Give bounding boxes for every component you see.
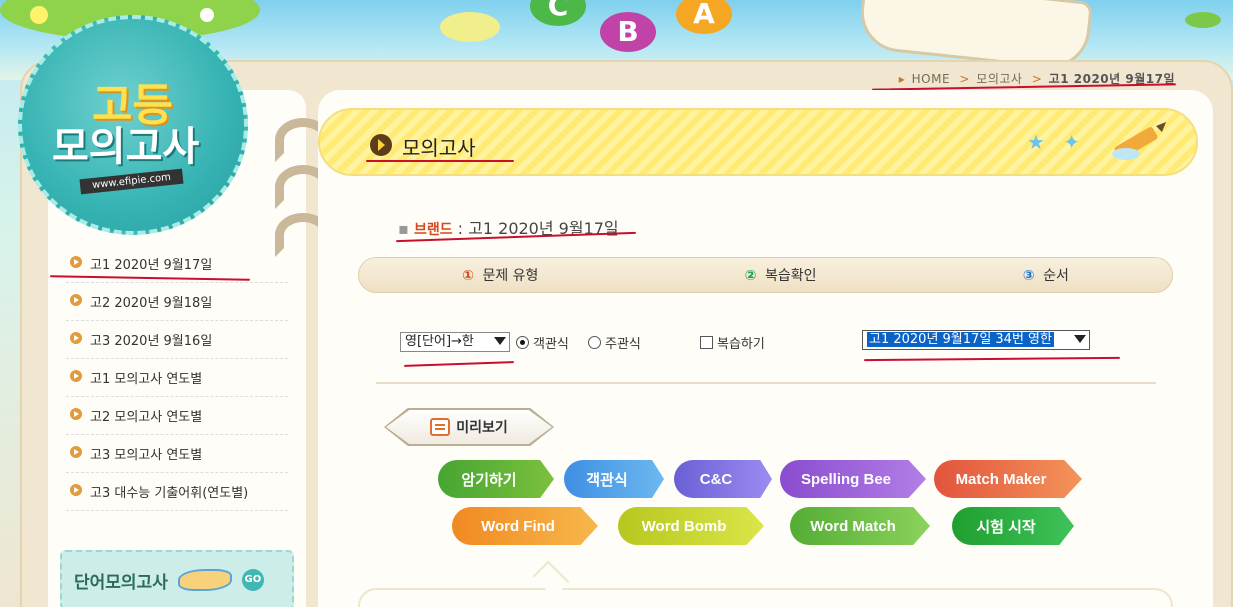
step-number: ② xyxy=(744,268,757,284)
annotation-underline xyxy=(863,356,1121,362)
step-label: 복습확인 xyxy=(764,268,817,284)
step-label: 문제 유형 xyxy=(482,268,539,284)
title-arrow-icon xyxy=(370,134,392,156)
direction-select-value: 영[단어]→한 xyxy=(405,334,474,349)
step-review-check: ② 복습확인 xyxy=(745,265,817,285)
bullet-arrow-icon xyxy=(70,370,82,382)
review-checkbox-label: 복습하기 xyxy=(717,337,765,352)
radio-subjective-label: 주관식 xyxy=(605,337,641,352)
step-number: ③ xyxy=(1022,268,1035,284)
main-panel: 모의고사 ★ ✦ ▪ 브랜드 : 고1 2020년 9월17일 ① 문제 유형 … xyxy=(318,90,1213,607)
sidebar-item-csat-vocab[interactable]: 고3 대수능 기출어휘(연도별) xyxy=(66,473,288,511)
logo-text-bottom: 모의고사 xyxy=(52,124,200,170)
radio-empty-icon xyxy=(588,336,601,349)
multiple-choice-button[interactable]: 객관식 xyxy=(564,460,664,498)
bullet-arrow-icon xyxy=(70,408,82,420)
step-bar: ① 문제 유형 ② 복습확인 ③ 순서 xyxy=(358,257,1173,293)
page-title-bar: 모의고사 ★ ✦ xyxy=(318,108,1198,176)
preview-button-label: 미리보기 xyxy=(456,420,508,436)
step-question-type: ① 문제 유형 xyxy=(462,265,538,285)
annotation-underline xyxy=(403,361,515,367)
sidebar-item-label: 고2 모의고사 연도별 xyxy=(90,410,203,425)
sidebar-item-label: 고1 모의고사 연도별 xyxy=(90,372,203,387)
cnc-button[interactable]: C&C xyxy=(674,460,772,498)
bullet-arrow-icon xyxy=(70,484,82,496)
sidebar-item-g1-by-year[interactable]: 고1 모의고사 연도별 xyxy=(66,359,288,397)
brand-label: 브랜드 xyxy=(413,222,453,238)
direction-select[interactable]: 영[단어]→한 xyxy=(400,332,510,352)
radio-objective[interactable]: 객관식 xyxy=(516,333,569,352)
divider xyxy=(376,382,1156,384)
brand-colon: : xyxy=(457,219,469,238)
letter-a-decoration: A xyxy=(676,0,732,34)
leaf-decoration xyxy=(1185,12,1221,28)
bullet-arrow-icon xyxy=(70,256,82,268)
flower-decoration xyxy=(30,6,48,24)
review-checkbox[interactable]: 복습하기 xyxy=(700,333,765,352)
chevron-down-icon xyxy=(494,337,506,345)
preview-icon xyxy=(430,418,451,436)
logo-url: www.efipie.com xyxy=(79,168,184,195)
letter-b-decoration: B xyxy=(600,12,656,52)
preview-button[interactable]: 미리보기 xyxy=(386,410,552,444)
sidebar-item-label: 고3 2020년 9월16일 xyxy=(90,334,213,349)
flower-decoration xyxy=(200,8,214,22)
letter-c-decoration: C xyxy=(530,0,586,26)
bullet-arrow-icon xyxy=(70,332,82,344)
breadcrumb-separator-icon: > xyxy=(959,72,970,86)
spelling-bee-button[interactable]: Spelling Bee xyxy=(780,460,926,498)
radio-objective-label: 객관식 xyxy=(533,337,569,352)
sidebar-item-label: 고1 2020년 9월17일 xyxy=(90,258,213,273)
sidebar-item-label: 고3 대수능 기출어휘(연도별) xyxy=(90,486,249,501)
word-bomb-button[interactable]: Word Bomb xyxy=(618,507,764,545)
start-test-button[interactable]: 시험 시작 xyxy=(952,507,1074,545)
paper-plane-icon xyxy=(177,569,232,591)
sidebar-item-g3-2020-0916[interactable]: 고3 2020년 9월16일 xyxy=(66,321,288,359)
page-title: 모의고사 xyxy=(402,136,476,160)
chevron-down-icon xyxy=(1074,335,1086,343)
annotation-underline xyxy=(366,160,514,162)
go-icon: GO xyxy=(241,569,264,591)
sidebar-item-label: 고2 2020년 9월18일 xyxy=(90,296,213,311)
breadcrumb-section[interactable]: 모의고사 xyxy=(976,72,1022,86)
breadcrumb-home[interactable]: HOME xyxy=(912,72,950,86)
word-find-button[interactable]: Word Find xyxy=(452,507,598,545)
exam-unit-select[interactable]: 고1 2020년 9월17일 34번 영한 xyxy=(862,330,1090,350)
brand-bullet: ▪ xyxy=(398,219,409,238)
breadcrumb-separator-icon: > xyxy=(1031,72,1043,86)
sidebar-menu: 고1 2020년 9월17일 고2 2020년 9월18일 고3 2020년 9… xyxy=(66,245,288,511)
step-number: ① xyxy=(462,268,474,284)
word-match-button[interactable]: Word Match xyxy=(790,507,930,545)
vocab-test-banner[interactable]: 단어모의고사 GO xyxy=(60,550,294,607)
step-order: ③ 순서 xyxy=(1023,265,1069,285)
radio-subjective[interactable]: 주관식 xyxy=(588,333,641,352)
vocab-banner-label: 단어모의고사 xyxy=(74,572,168,593)
bullet-arrow-icon xyxy=(70,446,82,458)
exam-unit-select-value: 고1 2020년 9월17일 34번 영한 xyxy=(867,332,1054,347)
stars-icon: ★ ✦ xyxy=(1026,130,1086,154)
bottom-content-panel xyxy=(358,588,1173,607)
pencil-icon xyxy=(1112,122,1166,160)
sidebar-item-g2-by-year[interactable]: 고2 모의고사 연도별 xyxy=(66,397,288,435)
lily-pad-decoration xyxy=(440,12,500,42)
memorize-button[interactable]: 암기하기 xyxy=(438,460,554,498)
sidebar-item-label: 고3 모의고사 연도별 xyxy=(90,448,203,463)
sidebar-item-g2-2020-0918[interactable]: 고2 2020년 9월18일 xyxy=(66,283,288,321)
step-label: 순서 xyxy=(1043,268,1069,284)
breadcrumb-arrow-icon: ▸ xyxy=(898,72,906,86)
bullet-arrow-icon xyxy=(70,294,82,306)
sidebar-item-g3-by-year[interactable]: 고3 모의고사 연도별 xyxy=(66,435,288,473)
site-logo[interactable]: 고등 모의고사 www.efipie.com xyxy=(18,15,248,235)
options-row: 영[단어]→한 객관식 주관식 복습하기 고1 2020년 9월17일 34번 … xyxy=(400,330,1160,356)
match-maker-button[interactable]: Match Maker xyxy=(934,460,1082,498)
radio-selected-icon xyxy=(516,336,529,349)
checkbox-icon xyxy=(700,336,713,349)
